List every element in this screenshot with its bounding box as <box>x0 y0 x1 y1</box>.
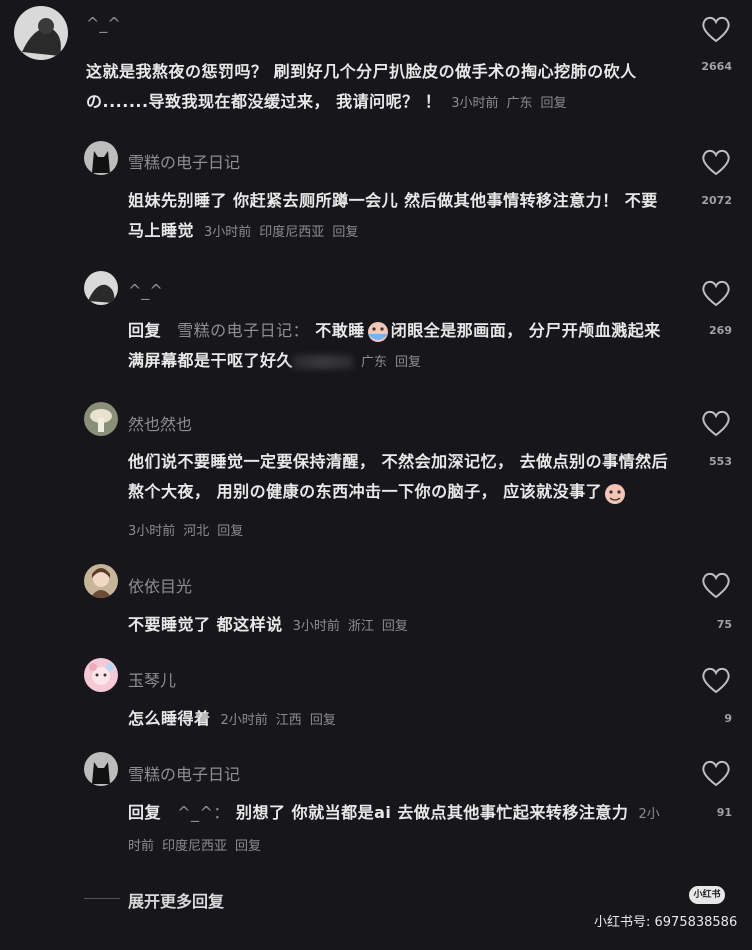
reply-button[interactable]: 回复 <box>310 713 336 728</box>
comment-username[interactable]: 雪糕の电子日记 <box>128 149 240 173</box>
reply-target[interactable]: ^_^： <box>177 803 230 822</box>
heart-icon[interactable] <box>700 665 732 695</box>
comment-body: 不要睡觉了 都这样说 <box>128 615 283 634</box>
reply-button[interactable]: 回复 <box>541 96 567 111</box>
comment-meta: 3小时前 河北 回复 <box>128 517 243 547</box>
comment-text: 回复 雪糕の电子日记： 不敢睡 闭眼全是那画面， 分尸开颅血溅起来满屏幕都是干呕了… <box>128 316 663 378</box>
reply-button[interactable]: 回复 <box>332 225 358 240</box>
girl-avatar[interactable] <box>84 564 118 598</box>
comment-body: 不敢睡 <box>315 321 365 340</box>
comment-username[interactable]: 然也然也 <box>128 411 192 435</box>
heart-icon[interactable] <box>700 14 732 44</box>
divider <box>84 898 120 899</box>
comment-location: 广东 <box>361 355 388 370</box>
expand-more-replies[interactable]: 展开更多回复 <box>84 885 384 915</box>
redacted-blur <box>293 354 354 369</box>
reply-button[interactable]: 回复 <box>235 839 261 854</box>
comment-body: 别想了 你就当都是ai 去做点其他事忙起来转移注意力 <box>236 803 629 822</box>
black-cat-avatar[interactable] <box>84 141 118 175</box>
dark-figure-avatar[interactable] <box>14 6 68 60</box>
comment-username[interactable]: 雪糕の电子日记 <box>128 761 240 785</box>
heart-icon[interactable] <box>700 147 732 177</box>
dark-figure-avatar[interactable] <box>84 271 118 305</box>
heart-icon[interactable] <box>700 570 732 600</box>
pink-cartoon-avatar[interactable] <box>84 658 118 692</box>
comment-location: 印度尼西亚 <box>259 225 325 240</box>
like-count: 91 <box>716 806 732 819</box>
like-count: 2072 <box>701 194 732 207</box>
comment-text: 不要睡觉了 都这样说 3小时前 浙江 回复 <box>128 610 663 642</box>
comment-location: 广东 <box>506 96 533 111</box>
reply-target[interactable]: 雪糕の电子日记： <box>177 321 309 340</box>
comment-text: 回复 ^_^： 别想了 你就当都是ai 去做点其他事忙起来转移注意力 2小时前 印度… <box>128 798 668 862</box>
like-count: 269 <box>709 324 732 337</box>
comment-time: 2小时前 <box>220 713 268 728</box>
reply-button[interactable]: 回复 <box>217 524 243 539</box>
like-count: 553 <box>709 455 732 468</box>
expand-more-label: 展开更多回复 <box>128 892 225 911</box>
like-count: 2664 <box>701 60 732 73</box>
comment-location: 河北 <box>183 524 210 539</box>
comment-text: 姐妹先别睡了 你赶紧去厕所蹲一会儿 然后做其他事情转移注意力！ 不要马上睡觉 3小… <box>128 186 663 248</box>
comment-username[interactable]: ^_^ <box>128 281 163 300</box>
comment-time: 3小时前 <box>292 619 340 634</box>
comment-location: 浙江 <box>347 619 374 634</box>
comment-time: 3小时前 <box>128 524 176 539</box>
heart-icon[interactable] <box>700 758 732 788</box>
comment-text: 怎么睡得着 2小时前 江西 回复 <box>128 704 663 736</box>
reply-prefix: 回复 <box>128 803 162 822</box>
comment-username[interactable]: ^_^ <box>86 14 121 33</box>
xiaohongshu-logo: 小红书 <box>689 886 725 904</box>
comment-username[interactable]: 玉琴儿 <box>128 667 176 691</box>
peach-face-icon <box>605 483 626 504</box>
like-count: 9 <box>724 712 732 725</box>
heart-icon[interactable] <box>700 408 732 438</box>
comment-location: 江西 <box>275 713 302 728</box>
reply-prefix: 回复 <box>128 321 162 340</box>
comment-text: 他们说不要睡觉一定要保持清醒， 不然会加深记忆， 去做点别の事情然后熬个大夜， … <box>128 447 673 507</box>
black-cat-avatar[interactable] <box>84 752 118 786</box>
watermark-text: 小红书号: 6975838586 <box>594 915 738 930</box>
heart-icon[interactable] <box>700 278 732 308</box>
reply-button[interactable]: 回复 <box>382 619 408 634</box>
like-count: 75 <box>716 618 732 631</box>
comment-body: 怎么睡得着 <box>128 709 211 728</box>
comment-username[interactable]: 依依目光 <box>128 573 192 597</box>
reply-button[interactable]: 回复 <box>395 355 421 370</box>
mushroom-avatar[interactable] <box>84 402 118 436</box>
comment-body: 他们说不要睡觉一定要保持清醒， 不然会加深记忆， 去做点别の事情然后熬个大夜， … <box>128 452 669 501</box>
comment-time: 3小时前 <box>204 225 252 240</box>
comment-text: 这就是我熬夜の惩罚吗？ 刷到好几个分尸扒脸皮の做手术の掏心挖肺の砍人の.....… <box>86 57 666 119</box>
comment-location: 印度尼西亚 <box>162 839 228 854</box>
crying-face-icon <box>367 321 388 342</box>
comment-time: 3小时前 <box>451 96 499 111</box>
